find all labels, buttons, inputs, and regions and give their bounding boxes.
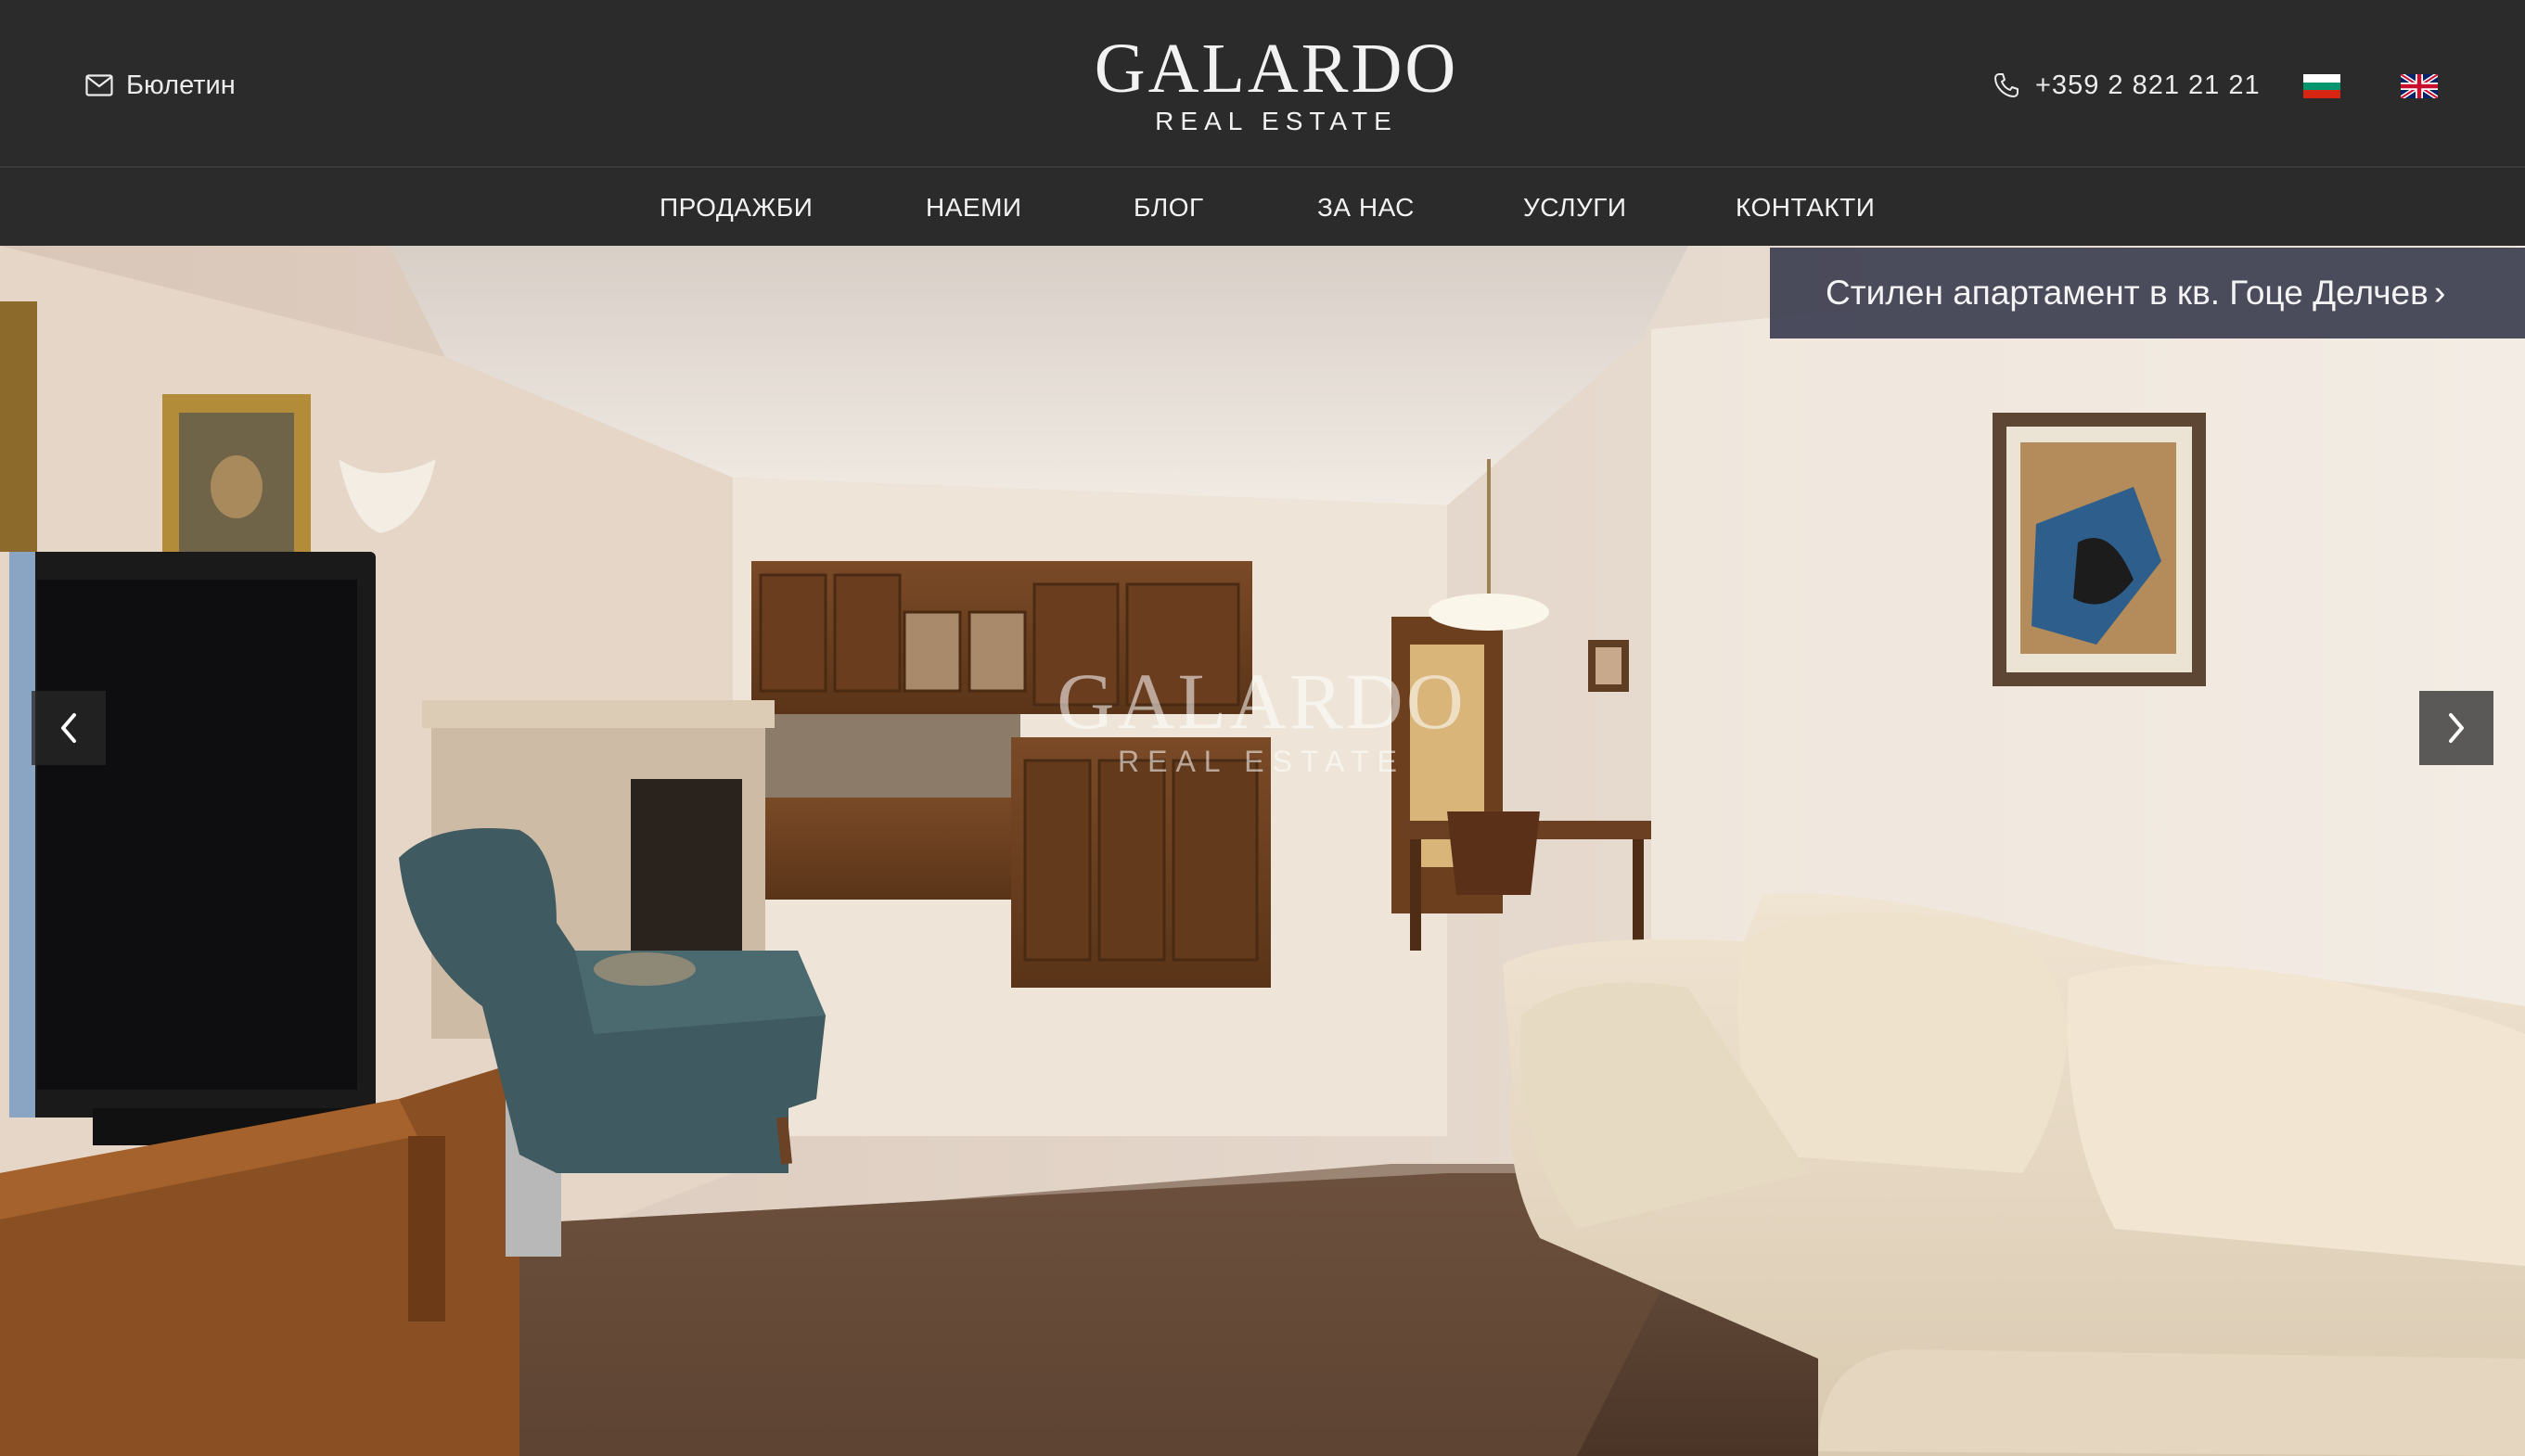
galardo-watermark: GALARDO REAL ESTATE — [1039, 661, 1484, 779]
phone-number: +359 2 821 21 21 — [2035, 70, 2261, 100]
nav-item-sales[interactable]: ПРОДАЖБИ — [660, 170, 813, 246]
watermark-sub-text: REAL ESTATE — [1117, 745, 1405, 778]
logo-sub-text: REAL ESTATE — [1155, 107, 1398, 135]
slider-next-button[interactable] — [2419, 691, 2493, 765]
nav-item-rentals[interactable]: НАЕМИ — [926, 170, 1022, 246]
property-photo — [0, 246, 2525, 1456]
nav-item-about[interactable]: ЗА НАС — [1317, 170, 1415, 246]
slider-prev-button[interactable] — [32, 691, 106, 765]
bulgarian-flag-icon[interactable] — [2303, 74, 2340, 98]
watermark-main-text: GALARDO — [1057, 657, 1467, 746]
phone-link[interactable]: +359 2 821 21 21 — [1993, 67, 2261, 104]
hero-slider: GALARDO REAL ESTATE Стилен апартамент в … — [0, 246, 2525, 1456]
newsletter-link[interactable]: Бюлетин — [85, 67, 236, 104]
header-bar: Бюлетин GALARDO REAL ESTATE +359 2 821 2… — [0, 0, 2525, 168]
nav-item-services[interactable]: УСЛУГИ — [1523, 170, 1627, 246]
envelope-icon — [85, 74, 113, 96]
chevron-right-icon — [2449, 713, 2464, 743]
uk-flag-icon[interactable] — [2401, 74, 2438, 98]
chevron-right-icon: › — [2433, 274, 2446, 313]
newsletter-label: Бюлетин — [126, 70, 236, 100]
listing-title-text: Стилен апартамент в кв. Гоце Делчев — [1826, 274, 2429, 312]
main-navigation: ПРОДАЖБИ НАЕМИ БЛОГ ЗА НАС УСЛУГИ КОНТАК… — [0, 170, 2525, 246]
nav-item-blog[interactable]: БЛОГ — [1134, 170, 1204, 246]
phone-icon — [1994, 73, 2019, 97]
nav-item-contacts[interactable]: КОНТАКТИ — [1736, 170, 1875, 246]
galardo-logo[interactable]: GALARDO REAL ESTATE — [1085, 33, 1468, 137]
logo-main-text: GALARDO — [1094, 30, 1459, 108]
listing-title-link[interactable]: Стилен апартамент в кв. Гоце Делчев › — [1770, 248, 2525, 338]
chevron-left-icon — [61, 713, 76, 743]
